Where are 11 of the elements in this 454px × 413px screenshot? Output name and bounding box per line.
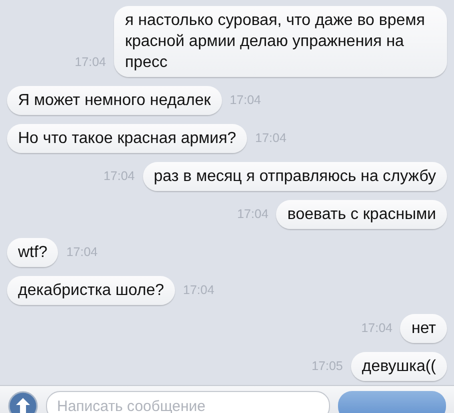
message-bubble: wtf?: [7, 238, 58, 267]
message-bubble: воевать с красными: [276, 200, 447, 229]
message-bubble: Я может немного недалек: [7, 86, 222, 115]
send-button[interactable]: [338, 391, 446, 413]
message-bubble: девушка((: [350, 352, 447, 381]
upload-icon[interactable]: [8, 391, 38, 413]
message-bubble: декабристка шоле?: [7, 276, 176, 305]
message-bubble: раз в месяц я отправляюсь на службу: [142, 162, 447, 191]
message-bubble: я настолько суровая, что даже во время красной армии делаю упражнения на пресс: [114, 6, 447, 77]
message-bubble: нет: [400, 314, 447, 343]
message-bubble: Но что такое красная армия?: [7, 124, 248, 153]
